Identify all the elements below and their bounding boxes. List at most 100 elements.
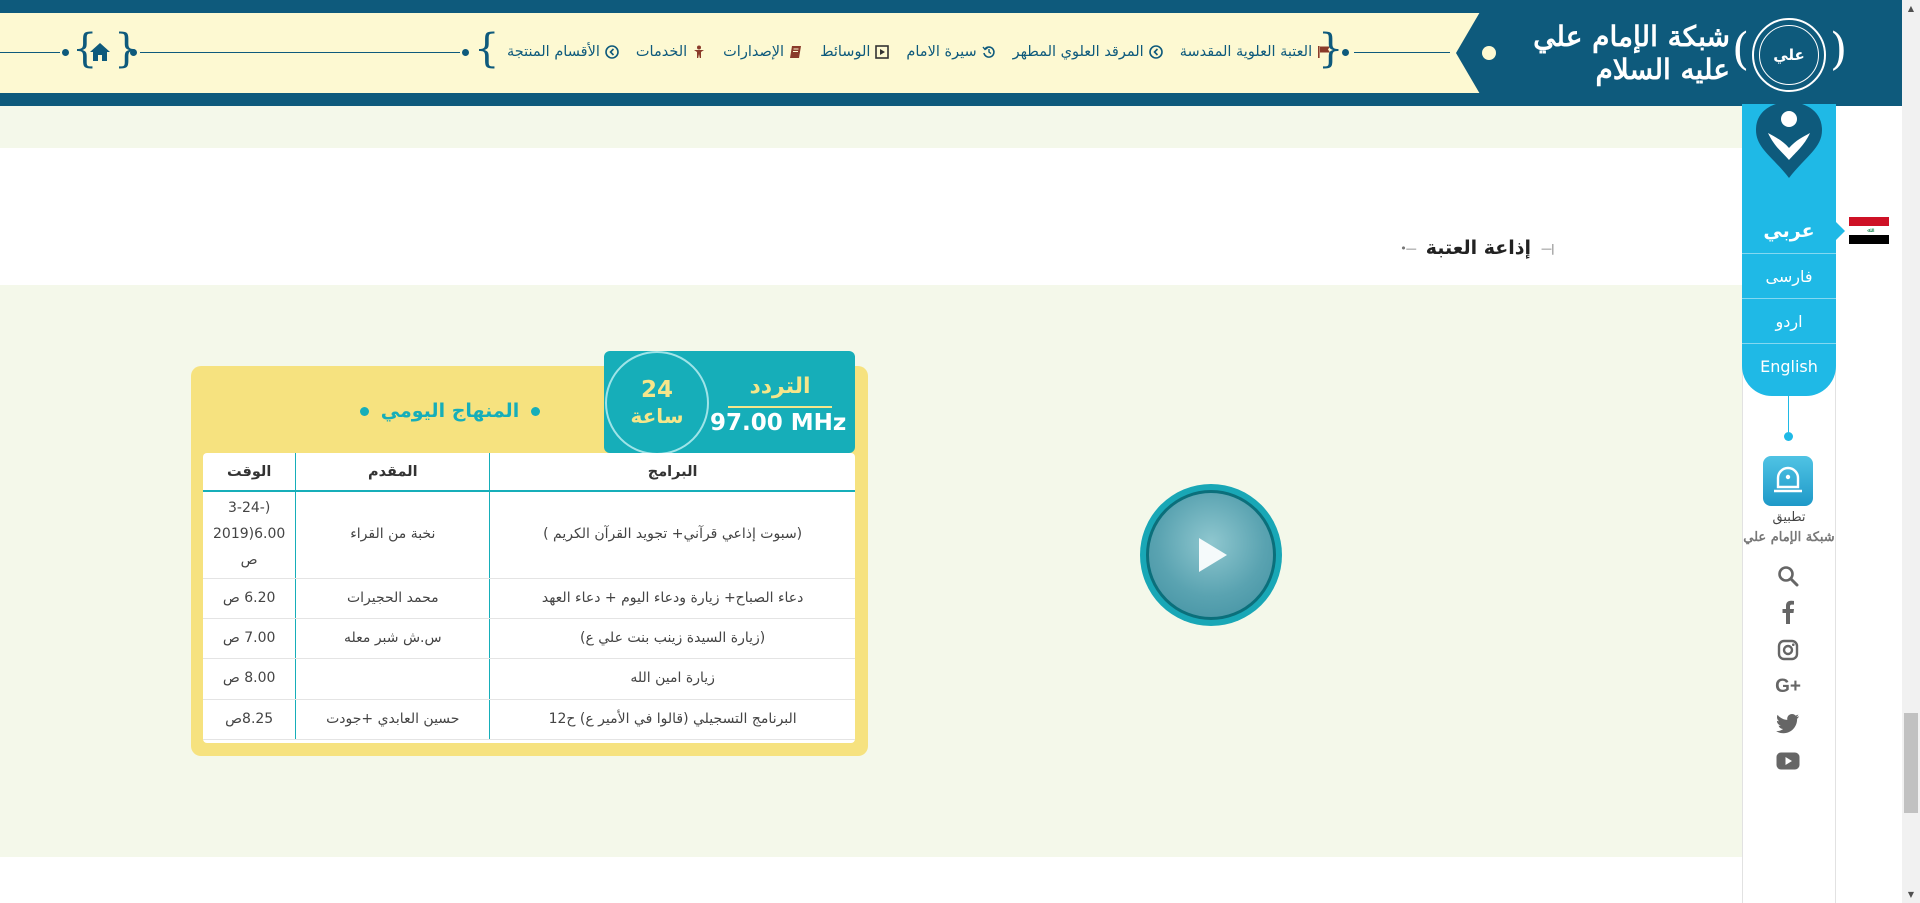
nav-item-holy-shrine[interactable]: العتبة العلوية المقدسة [1180, 44, 1331, 60]
video-thumbnail [1146, 490, 1276, 620]
youtube-icon [1776, 752, 1800, 770]
table-row: البرنامج التسجيلي (قالوا في الأمير ع) ح1… [203, 699, 855, 740]
table-header-row: البرامج المقدم الوقت [203, 453, 855, 492]
nav-item-label: الأقسام المنتجة [507, 44, 600, 60]
nav-dot [130, 49, 137, 56]
language-switcher: عربي فارسی اردو English [1742, 208, 1836, 388]
title-dot [359, 406, 369, 416]
radio-play-button[interactable] [1140, 484, 1282, 626]
logo-dot [1482, 46, 1496, 60]
twitter-icon [1776, 714, 1799, 734]
lang-stem [1788, 396, 1789, 432]
section-title-text: إذاعة العتبة [1425, 237, 1532, 259]
cell-time: 8.00 ص [203, 658, 296, 700]
header-programs: البرامج [489, 453, 855, 492]
nav-divider-line [1354, 52, 1450, 53]
nav-bracket-right: } [1318, 26, 1344, 72]
header-time: الوقت [203, 453, 296, 492]
cell-program: زيارة امين الله [489, 658, 855, 700]
hours-badge: 24 ساعة [605, 351, 709, 455]
lang-persian[interactable]: فارسی [1742, 253, 1836, 298]
nav-divider-line [0, 52, 60, 53]
nav-item-label: الخدمات [635, 44, 688, 60]
facebook-link[interactable] [1774, 598, 1802, 626]
table-row: دعاء الصباح+ زيارة ودعاء اليوم + دعاء ال… [203, 578, 855, 619]
top-band [0, 106, 1742, 148]
search-button[interactable] [1774, 562, 1802, 590]
nav-item-label: العتبة العلوية المقدسة [1179, 44, 1313, 60]
twitter-link[interactable] [1774, 710, 1802, 738]
instagram-link[interactable] [1774, 636, 1802, 664]
app-label: تطبيق [1772, 510, 1806, 525]
site-logo[interactable]: شبكة الإمام علي عليه السلام [1510, 18, 1731, 88]
circle-arrow-icon [605, 45, 619, 59]
table-row: (زيارة السيدة زينب بنت علي ع) س.ش شبر مع… [203, 618, 855, 660]
frequency-underline [728, 406, 832, 408]
nav-item-label: الوسائط [820, 44, 871, 60]
circle-arrow-icon [1148, 45, 1163, 59]
instagram-icon [1777, 639, 1799, 661]
facebook-icon [1782, 600, 1794, 624]
nav-item-label: الإصدارات [723, 44, 785, 60]
lang-pointer [1836, 222, 1845, 240]
cell-time: 8.25ص [203, 699, 296, 740]
schedule-title-text: المنهاج اليومي [380, 400, 520, 422]
nav-dot [1342, 49, 1349, 56]
logo-bracket-right: ) [1830, 24, 1848, 75]
cell-program: دعاء الصباح+ زيارة ودعاء اليوم + دعاء ال… [489, 578, 855, 619]
app-logo-text: شبكة الإمام علي [1743, 530, 1835, 545]
nav-item-shrine[interactable]: المرقد العلوي المطهر [1013, 44, 1163, 60]
schedule-table: البرامج المقدم الوقت (سبوت إذاعي قرآني+ … [203, 453, 855, 740]
cell-program: البرنامج التسجيلي (قالوا في الأمير ع) ح1… [489, 699, 855, 740]
nav-item-production-departments[interactable]: الأقسام المنتجة [507, 44, 619, 60]
iraq-flag-icon: ﷲ [1849, 217, 1889, 244]
logo-emblem[interactable]: علي [1752, 18, 1826, 92]
nav-item-label: المرقد العلوي المطهر [1012, 44, 1144, 60]
lang-english[interactable]: English [1742, 343, 1836, 388]
nav-item-media[interactable]: الوسائط [820, 44, 890, 60]
scrollbar-thumb[interactable] [1904, 713, 1918, 813]
google-plus-link[interactable]: G+ [1771, 673, 1805, 701]
nav-item-biography[interactable]: سيرة الامام [906, 44, 995, 60]
book-icon [789, 45, 803, 59]
search-icon [1778, 566, 1799, 587]
cell-time: (-3-24 6.00(2019 ص [203, 491, 296, 579]
main-nav-menu: العتبة العلوية المقدسة المرقد العلوي الم… [490, 40, 1331, 64]
play-icon [1199, 538, 1227, 572]
cell-time: 7.00 ص [203, 618, 296, 660]
home-button[interactable] [83, 35, 117, 69]
sidebar-emblem-icon [1752, 100, 1826, 180]
nav-item-services[interactable]: الخدمات [636, 44, 706, 60]
lang-stem-dot [1784, 432, 1793, 441]
cell-host: نخبة من القراء [295, 491, 490, 579]
google-plus-icon: G+ [1775, 676, 1801, 697]
title-ornament: |— [1541, 241, 1555, 255]
nav-item-publications[interactable]: الإصدارات [723, 44, 803, 60]
home-icon [90, 43, 110, 61]
cell-host: س.ش شبر معله [295, 618, 490, 660]
schedule-title: المنهاج اليومي [355, 398, 545, 424]
title-dot [531, 406, 541, 416]
emblem-text: علي [1759, 25, 1819, 85]
schedule-table-scroll[interactable]: البرامج المقدم الوقت (سبوت إذاعي قرآني+ … [203, 453, 855, 743]
hours-unit: ساعة [630, 403, 684, 428]
nav-dot [462, 49, 469, 56]
history-icon [982, 45, 996, 59]
header-host: المقدم [295, 453, 490, 492]
frequency-label: التردد [749, 374, 811, 399]
scroll-down-arrow[interactable]: ▼ [1902, 886, 1920, 903]
frequency-value: 97.00 MHz [710, 410, 847, 436]
hours-number: 24 [640, 377, 673, 404]
scroll-up-arrow[interactable]: ▲ [1902, 0, 1920, 17]
app-download-icon[interactable] [1763, 456, 1813, 506]
cell-host: محمد الحجيرات [295, 578, 490, 619]
lang-arabic[interactable]: عربي [1742, 208, 1836, 253]
logo-bracket-left: ( [1732, 24, 1750, 75]
cell-program: (زيارة السيدة زينب بنت علي ع) [489, 618, 855, 660]
youtube-link[interactable] [1774, 747, 1802, 775]
media-icon [875, 45, 890, 59]
nav-item-label: سيرة الامام [906, 44, 977, 60]
title-ornament: —• [1400, 241, 1416, 255]
table-row: (سبوت إذاعي قرآني+ تجويد القرآن الكريم )… [203, 491, 855, 579]
lang-urdu[interactable]: اردو [1742, 298, 1836, 343]
